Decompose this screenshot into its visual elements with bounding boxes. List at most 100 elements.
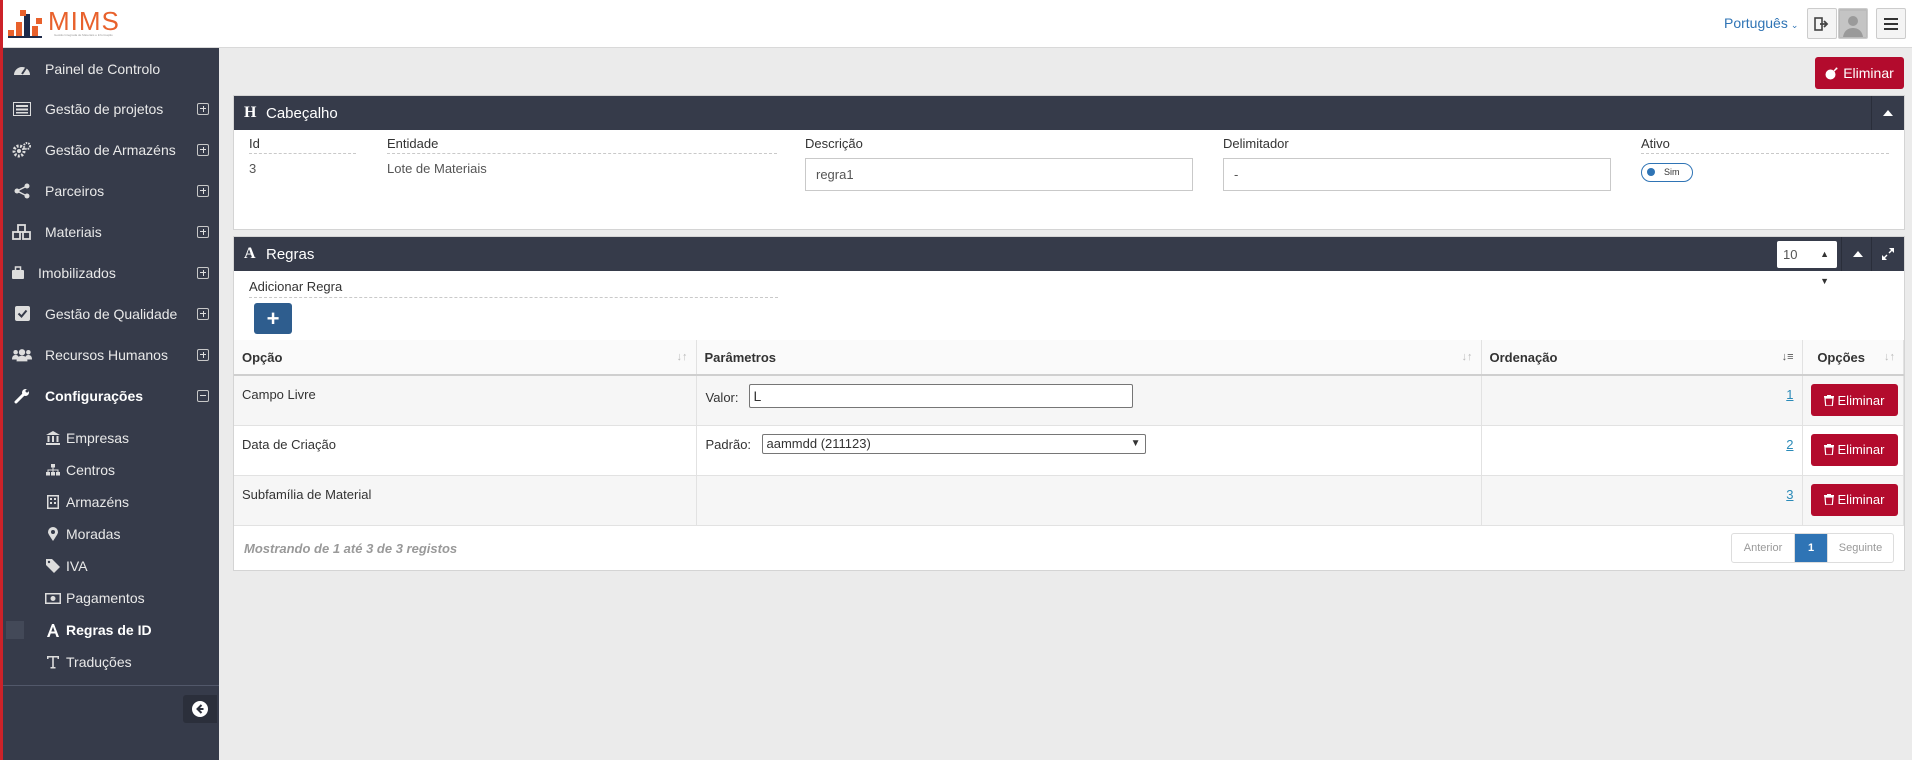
menu-button[interactable] (1876, 8, 1906, 39)
sidebar-subitem-label: Regras de ID (66, 622, 152, 638)
param-label: Valor: (705, 390, 739, 405)
sidebar-subitem-payments[interactable]: Pagamentos (0, 583, 219, 613)
active-toggle[interactable]: Sim (1641, 163, 1693, 182)
sidebar-item-partners[interactable]: Parceiros (0, 170, 219, 211)
delete-rule-button[interactable]: Eliminar (1815, 57, 1904, 89)
collapse-icon[interactable] (197, 389, 209, 402)
delimiter-field: Delimitador (1223, 136, 1611, 153)
column-label: Ordenação (1489, 349, 1558, 365)
value-input[interactable]: L (748, 384, 1133, 408)
column-header-options[interactable]: Opções ↓↑ (1802, 340, 1904, 376)
sign-out-icon (1814, 16, 1829, 31)
sidebar-item-dashboard[interactable]: Painel de Controlo (0, 48, 219, 89)
order-link[interactable]: 1 (1786, 387, 1793, 402)
expand-icon[interactable] (197, 307, 209, 320)
sidebar-subitem-label: Moradas (66, 526, 121, 542)
panel-title: Regras (266, 245, 315, 263)
bomb-icon (1825, 67, 1838, 79)
option-cell: Subfamília de Material (234, 475, 697, 526)
list-icon (12, 99, 32, 119)
expand-icon[interactable] (197, 225, 209, 238)
order-link[interactable]: 2 (1786, 437, 1793, 452)
sidebar-item-materials[interactable]: Materiais (0, 211, 219, 252)
sidebar-item-label: Materiais (45, 223, 102, 240)
active-marker (6, 621, 24, 639)
parameters-cell (696, 475, 1482, 526)
column-header-parameters[interactable]: Parâmetros ↓↑ (696, 340, 1482, 376)
expand-icon[interactable] (197, 266, 209, 279)
records-info: Mostrando de 1 até 3 de 3 registos (244, 541, 458, 556)
updown-icon: ▲ ▼ (1820, 249, 1829, 286)
row-delete-button[interactable]: Eliminar (1810, 433, 1898, 466)
row-delete-button[interactable]: Eliminar (1810, 384, 1898, 416)
column-header-option[interactable]: Opção ↓↑ (234, 340, 697, 376)
dashboard-icon (12, 59, 32, 79)
expand-icon[interactable] (197, 348, 209, 361)
page-size-value: 10 (1783, 247, 1798, 262)
collapse-panel-button[interactable] (1841, 237, 1874, 271)
trash-icon (1823, 494, 1834, 505)
sidebar-subitem-label: Empresas (66, 430, 130, 446)
sidebar-item-projects[interactable]: Gestão de projetos (0, 88, 219, 129)
sidebar-subitem-id-rules[interactable]: Regras de ID (0, 615, 219, 645)
page-1-button[interactable]: 1 (1795, 534, 1827, 562)
sidebar-item-fixed-assets[interactable]: Imobilizados (0, 252, 219, 293)
money-icon (45, 590, 61, 606)
collapse-sidebar-button[interactable] (183, 695, 217, 723)
pattern-select[interactable]: aammdd (211123) ▼ (761, 433, 1146, 454)
trash-icon (1823, 394, 1834, 406)
expand-icon[interactable] (197, 184, 209, 197)
page-size-select[interactable]: 10 ▲ ▼ (1777, 241, 1837, 286)
next-page-button[interactable]: Seguinte (1827, 534, 1893, 562)
options-cell: Eliminar (1802, 425, 1904, 476)
rules-icon: A (244, 245, 256, 262)
sidebar-item-settings[interactable]: Configurações (0, 375, 219, 416)
parameters-cell: Valor: L (696, 375, 1482, 426)
sort-asc-icon: ↓≡ (1781, 351, 1794, 363)
delete-label: Eliminar (1837, 492, 1885, 507)
sidebar-subitem-warehouses[interactable]: Armazéns (0, 487, 219, 517)
caret-up-icon (1853, 251, 1863, 257)
column-label: Opção (242, 349, 283, 365)
expand-icon[interactable] (197, 102, 209, 115)
column-header-ordering[interactable]: Ordenação ↓≡ (1481, 340, 1803, 376)
logout-button[interactable] (1807, 8, 1837, 39)
avatar-icon (1840, 10, 1866, 37)
row-delete-button[interactable]: Eliminar (1810, 483, 1898, 516)
id-value: 3 (249, 161, 257, 176)
logo-text: MIMS (48, 6, 120, 36)
delete-label: Eliminar (1837, 392, 1885, 408)
text-height-icon (45, 654, 61, 670)
sidebar-subitem-centers[interactable]: Centros (0, 455, 219, 485)
fullscreen-button[interactable] (1871, 237, 1904, 271)
expand-icon[interactable] (197, 143, 209, 156)
option-cell: Campo Livre (234, 375, 697, 426)
add-rule-button[interactable]: + (254, 303, 292, 334)
panel-title: Cabeçalho (266, 104, 338, 122)
language-selector[interactable]: Português ⌄ (1724, 15, 1798, 31)
description-input[interactable]: regra1 (805, 158, 1193, 191)
sidebar-item-quality[interactable]: Gestão de Qualidade (0, 293, 219, 334)
user-avatar-button[interactable] (1838, 8, 1868, 39)
previous-page-button[interactable]: Anterior (1732, 534, 1795, 562)
sidebar-item-label: Painel de Controlo (45, 60, 161, 77)
sidebar-subitem-companies[interactable]: Empresas (0, 423, 219, 453)
trash-icon (1823, 444, 1834, 455)
sidebar-item-warehouses[interactable]: Gestão de Armazéns (0, 129, 219, 170)
sidebar-item-label: Configurações (45, 387, 144, 404)
sidebar-subitem-addresses[interactable]: Moradas (0, 519, 219, 549)
sidebar-subitem-translations[interactable]: Traduções (0, 647, 219, 677)
chevron-down-icon: ⌄ (1790, 20, 1799, 30)
delimiter-label: Delimitador (1223, 136, 1289, 151)
delimiter-input[interactable]: - (1223, 158, 1611, 191)
sidebar-subitem-label: Centros (66, 462, 116, 478)
order-link[interactable]: 3 (1786, 487, 1793, 502)
sort-icon: ↓↑ (1884, 351, 1895, 363)
collapse-panel-button[interactable] (1871, 96, 1904, 130)
sidebar-subitem-vat[interactable]: IVA (0, 551, 219, 581)
sidebar-item-hr[interactable]: Recursos Humanos (0, 334, 219, 375)
entity-label: Entidade (387, 136, 777, 154)
sidebar-item-label: Gestão de Qualidade (45, 305, 178, 322)
app-logo[interactable]: MIMS Gestão Integrada de Materiais e Inf… (6, 8, 120, 40)
delete-label: Eliminar (1843, 65, 1894, 81)
